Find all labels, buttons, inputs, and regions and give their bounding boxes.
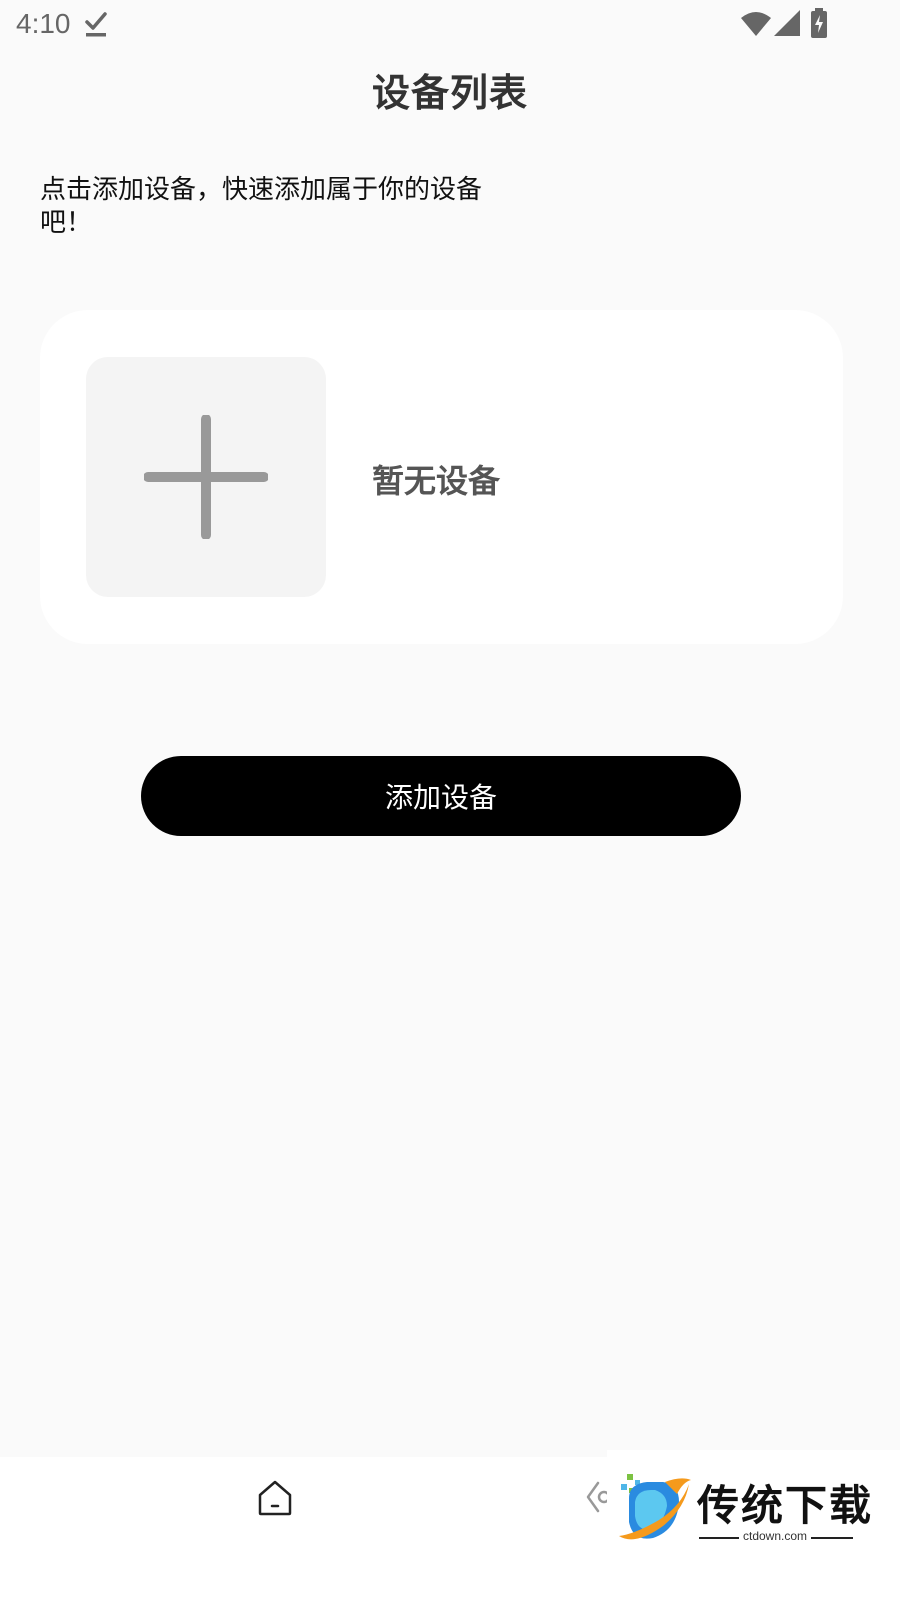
status-time: 4:10 bbox=[16, 8, 71, 39]
hint-text: 点击添加设备，快速添加属于你的设备吧！ bbox=[40, 175, 483, 238]
home-icon[interactable] bbox=[256, 1479, 294, 1517]
watermark-divider-right bbox=[811, 1537, 853, 1539]
plus-icon bbox=[144, 415, 268, 539]
watermark-title: 传统下载 bbox=[697, 1481, 874, 1530]
watermark-divider-left bbox=[699, 1537, 739, 1539]
download-complete-icon bbox=[85, 12, 107, 37]
watermark-subtitle: ctdown.com bbox=[743, 1529, 808, 1543]
device-list-screen: 4:10 设备列表 点击添加设备，快速添加属于你的设备吧！ 暂无设备 添加设备 … bbox=[0, 0, 900, 1600]
signal-icon bbox=[774, 10, 800, 36]
status-bar: 4:10 bbox=[0, 0, 900, 48]
add-device-tile[interactable] bbox=[86, 357, 326, 597]
empty-device-label: 暂无设备 bbox=[372, 462, 501, 500]
ctdown-logo-icon bbox=[619, 1474, 691, 1540]
device-card: 暂无设备 bbox=[40, 310, 843, 644]
wifi-icon bbox=[741, 12, 771, 36]
battery-charging-icon bbox=[811, 8, 827, 38]
page-title: 设备列表 bbox=[371, 71, 528, 115]
watermark: 传统下载 ctdown.com bbox=[607, 1450, 900, 1600]
add-device-button[interactable]: 添加设备 bbox=[141, 756, 741, 836]
